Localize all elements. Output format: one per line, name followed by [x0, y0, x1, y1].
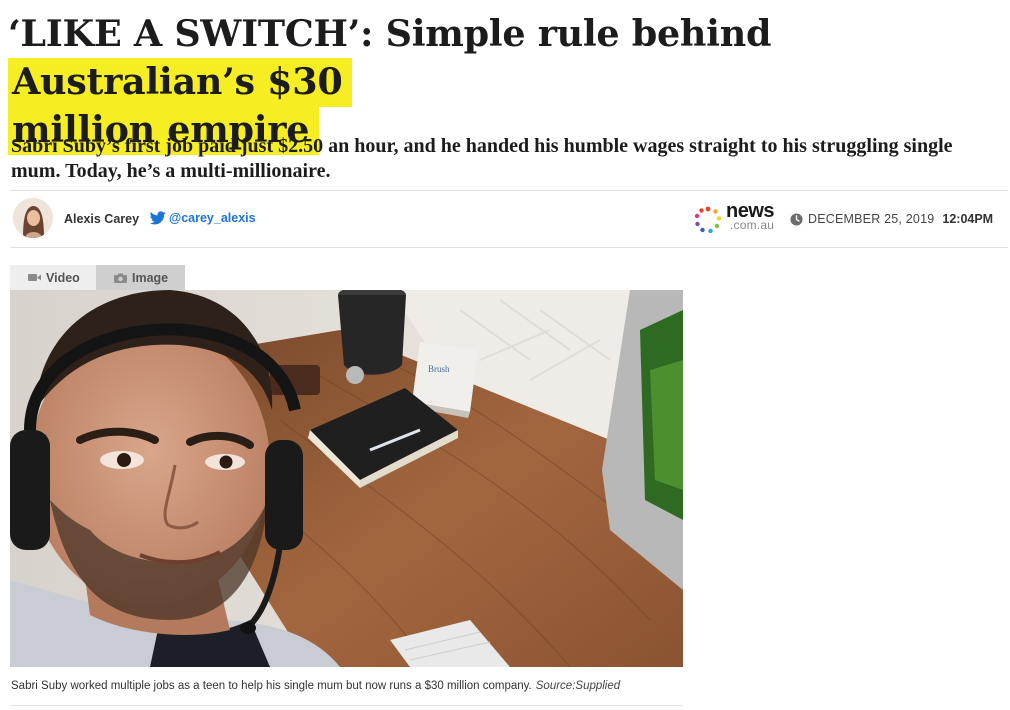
author-avatar[interactable]: [13, 198, 53, 238]
tab-video[interactable]: Video: [10, 265, 96, 290]
video-camera-icon: [28, 274, 41, 281]
tab-image-label: Image: [132, 270, 169, 285]
byline-divider-bottom: [10, 247, 1008, 248]
publish-date: December 25, 2019: [808, 212, 935, 226]
camera-icon: [114, 273, 127, 283]
tab-image[interactable]: Image: [96, 265, 185, 290]
news-brand-logo[interactable]: news .com.au: [693, 200, 780, 237]
media-tabs: Video Image: [10, 265, 185, 290]
tab-video-label: Video: [46, 270, 80, 285]
headline-highlight-line1: Australian’s $30: [12, 60, 343, 103]
clock-icon: [790, 212, 803, 226]
news-dots-icon: [694, 206, 722, 234]
caption-source: Source:Supplied: [535, 680, 621, 692]
photo-note-text: Brush: [428, 364, 450, 374]
twitter-bird-icon: [150, 211, 166, 225]
twitter-link[interactable]: @carey_alexis: [150, 211, 256, 225]
headline-highlight: Australian’s $30: [8, 58, 353, 107]
caption-text: Sabri Suby worked multiple jobs as a tee…: [11, 680, 532, 692]
author-name[interactable]: Alexis Carey: [64, 212, 139, 226]
article-photo[interactable]: Brush: [10, 290, 683, 667]
headline-text: ‘LIKE A SWITCH’: Simple rule behind: [8, 12, 772, 55]
brand-domain: .com.au: [730, 218, 775, 232]
twitter-handle: @carey_alexis: [169, 211, 256, 225]
caption-divider: [10, 705, 683, 706]
article-standfirst: Sabri Suby’s first job paid just $2.50 a…: [11, 135, 953, 182]
byline-divider-top: [10, 190, 1008, 191]
photo-caption: Sabri Suby worked multiple jobs as a tee…: [11, 680, 620, 692]
article-headline: ‘LIKE A SWITCH’: Simple rule behind Aust…: [8, 10, 1003, 155]
publish-time: 12:04pm: [942, 212, 994, 226]
publish-dateline: December 25, 2019 12:04pm: [790, 212, 993, 226]
